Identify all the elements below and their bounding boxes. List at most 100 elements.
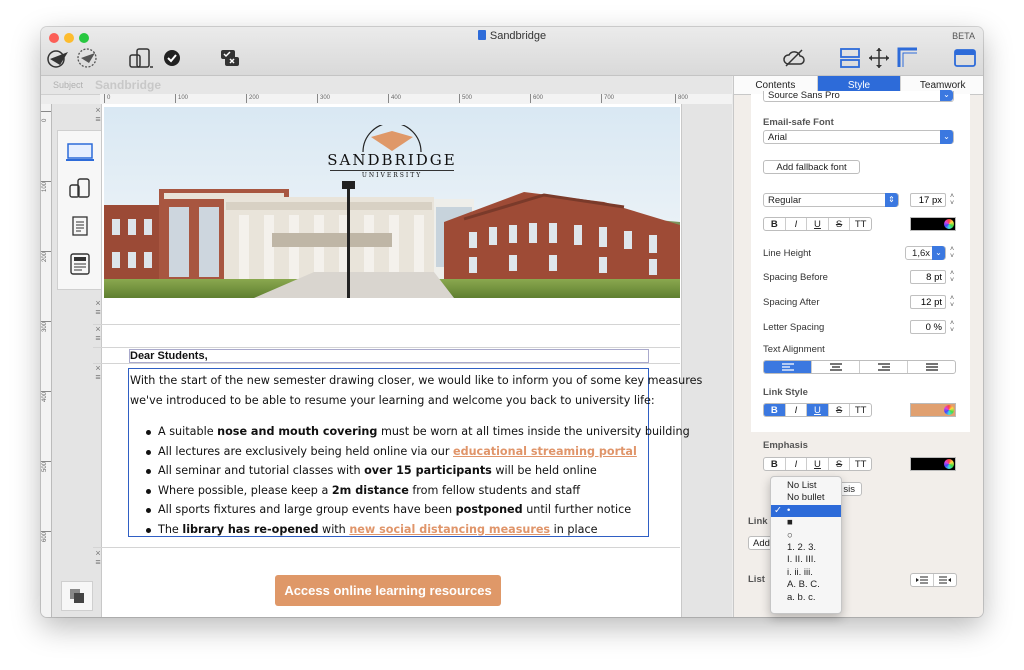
spacing-after-field[interactable]: 12 pt — [910, 295, 946, 309]
line-height-label: Line Height — [763, 248, 812, 259]
font-weight-select[interactable]: Regular ⇕ — [763, 193, 899, 207]
streaming-portal-link[interactable]: educational streaming portal — [453, 445, 637, 458]
subject-row[interactable]: Subject Sandbridge — [41, 76, 732, 95]
menu-item-circle[interactable]: ○ — [771, 530, 841, 542]
link-color-swatch[interactable] — [910, 403, 956, 417]
font-size-field[interactable]: 17 px — [910, 193, 946, 207]
line-height-select[interactable]: 1,6x ⌄ — [905, 246, 946, 260]
emphasis-underline-button[interactable]: U — [807, 458, 829, 470]
letter-spacing-field[interactable]: 0 % — [910, 320, 946, 334]
ruler-tick: 800 — [675, 94, 688, 103]
outdent-icon[interactable] — [934, 574, 956, 586]
ruler-corner-icon[interactable] — [896, 45, 920, 71]
ruler-tick: 500 — [459, 94, 472, 103]
email-safe-font-select[interactable]: Arial ⌄ — [763, 130, 954, 144]
inbox-preview-icon[interactable] — [61, 249, 99, 279]
menu-item-no-bullet[interactable]: No bullet — [771, 492, 841, 504]
menu-item-lower-alpha[interactable]: a. b. c. — [771, 592, 841, 604]
menu-item-lower-roman[interactable]: i. ii. iii. — [771, 567, 841, 579]
strikethrough-button[interactable]: S — [829, 218, 851, 230]
schedule-send-icon[interactable] — [75, 45, 99, 71]
list-item: All sports fixtures and large group even… — [146, 500, 690, 520]
cloud-off-icon[interactable] — [781, 45, 807, 71]
font-select[interactable]: Source Sans Pro ⌄ — [763, 90, 954, 102]
layout-blocks-icon[interactable] — [838, 45, 862, 71]
letter-spacing-label: Letter Spacing — [763, 322, 825, 333]
block-handle[interactable]: × ≡ — [93, 549, 103, 567]
beta-badge: BETA — [952, 31, 975, 41]
window-title: Sandbridge — [41, 30, 983, 42]
move-cross-icon[interactable] — [867, 45, 891, 71]
access-resources-button[interactable]: Access online learning resources — [275, 575, 501, 606]
emphasis-italic-button[interactable]: I — [786, 458, 808, 470]
menu-item-upper-alpha[interactable]: A. B. C. — [771, 579, 841, 591]
italic-button[interactable]: I — [786, 218, 808, 230]
ruler-tick: 400 — [41, 391, 51, 452]
body-text-block[interactable]: With the start of the new semester drawi… — [128, 368, 702, 537]
sidebar-toggle-icon[interactable] — [953, 45, 977, 71]
text-color-swatch[interactable] — [910, 217, 956, 231]
indent-icon[interactable] — [911, 574, 934, 586]
subject-label: Subject — [53, 80, 84, 90]
color-wheel-icon — [944, 459, 954, 469]
chevron-down-icon: ⌄ — [940, 130, 953, 144]
block-handle[interactable]: × ≡ — [93, 106, 103, 124]
layers-icon[interactable] — [61, 581, 93, 611]
menu-item-decimal[interactable]: 1. 2. 3. — [771, 542, 841, 554]
align-right-icon[interactable] — [860, 361, 908, 373]
block-handle[interactable]: × ≡ — [93, 325, 103, 343]
stepper-icon[interactable]: ˄ ˅ — [948, 193, 956, 207]
emphasis-bold-button[interactable]: B — [764, 458, 786, 470]
block-handle[interactable]: × ≡ — [93, 364, 103, 382]
check-icon[interactable] — [161, 45, 183, 71]
device-preview-icon[interactable] — [127, 45, 155, 71]
link-uppercase-button[interactable]: TT — [850, 404, 871, 416]
emphasis-uppercase-button[interactable]: TT — [850, 458, 871, 470]
intro-line-1: With the start of the new semester drawi… — [130, 374, 703, 387]
block-divider — [93, 363, 680, 364]
link-style-label: Link Style — [763, 387, 808, 398]
align-left-icon[interactable] — [764, 361, 812, 373]
stepper-icon[interactable]: ˄ ˅ — [948, 295, 956, 309]
link-underline-button[interactable]: U — [807, 404, 829, 416]
emphasis-format-group: B I U S TT — [763, 457, 872, 471]
spacing-before-field[interactable]: 8 pt — [910, 270, 946, 284]
color-wheel-icon — [944, 405, 954, 415]
desktop-preview-icon[interactable] — [61, 137, 99, 167]
block-divider — [93, 547, 680, 548]
logo-sub: UNIVERSITY — [361, 172, 423, 179]
link-strikethrough-button[interactable]: S — [829, 404, 851, 416]
emphasis-color-swatch[interactable] — [910, 457, 956, 471]
list-item: All lectures are exclusively being held … — [146, 442, 690, 462]
menu-item-square[interactable]: ■ — [771, 517, 841, 529]
add-fallback-font-button[interactable]: Add fallback font — [763, 160, 860, 174]
underline-button[interactable]: U — [807, 218, 829, 230]
chevron-down-icon: ⌄ — [940, 90, 953, 101]
list-style-menu: No List No bullet ✓ • ■ ○ 1. 2. 3. I. II.… — [770, 476, 842, 614]
stepper-icon[interactable]: ˄ ˅ — [948, 246, 956, 260]
mobile-preview-icon[interactable] — [61, 173, 99, 203]
greeting-text[interactable]: Dear Students, — [129, 349, 649, 363]
send-plane-icon[interactable] — [45, 45, 71, 71]
align-justify-icon[interactable] — [908, 361, 955, 373]
chevron-down-icon: ⌄ — [932, 246, 945, 260]
subject-input[interactable]: Sandbridge — [95, 78, 161, 92]
list-item: All seminar and tutorial classes with ov… — [146, 461, 690, 481]
stepper-icon[interactable]: ˄ ˅ — [948, 270, 956, 284]
uppercase-button[interactable]: TT — [850, 218, 871, 230]
menu-item-disc[interactable]: ✓ • — [771, 505, 841, 518]
menu-item-no-list[interactable]: No List — [771, 480, 841, 492]
emphasis-strikethrough-button[interactable]: S — [829, 458, 851, 470]
link-italic-button[interactable]: I — [786, 404, 808, 416]
align-center-icon[interactable] — [812, 361, 860, 373]
bold-button[interactable]: B — [764, 218, 786, 230]
plain-text-icon[interactable] — [61, 211, 99, 241]
block-handle[interactable]: × ≡ — [93, 299, 103, 317]
distancing-measures-link[interactable]: new social distancing measures — [349, 523, 550, 536]
stepper-icon[interactable]: ˄ ˅ — [948, 320, 956, 334]
link-bold-button[interactable]: B — [764, 404, 786, 416]
ruler-tick: 100 — [175, 94, 188, 103]
block-divider — [93, 324, 680, 325]
spam-check-icon[interactable] — [217, 45, 243, 71]
menu-item-upper-roman[interactable]: I. II. III. — [771, 554, 841, 566]
